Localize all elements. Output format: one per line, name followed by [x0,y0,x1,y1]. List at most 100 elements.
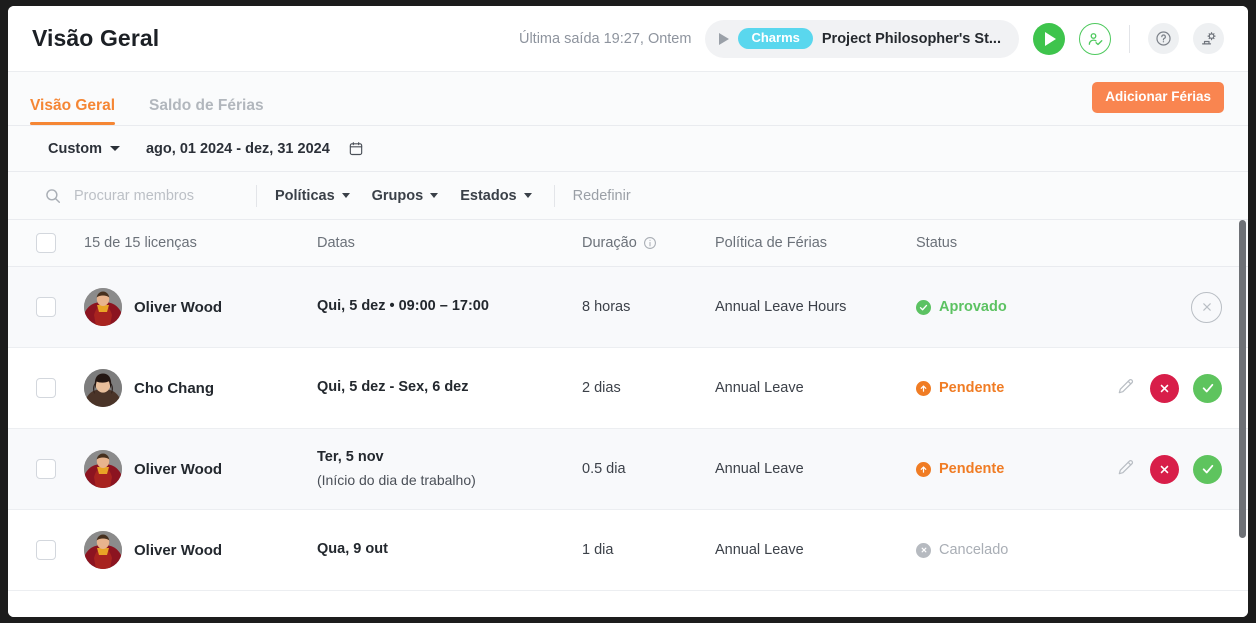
filter-bar: Procurar membros Políticas Grupos Estado… [8,172,1248,220]
calendar-icon [349,142,362,156]
column-header-licenses: 15 de 15 licenças [84,235,197,251]
avatar [84,450,122,488]
row-duration-cell: 2 dias [582,380,621,396]
status-label: Cancelado [939,542,1009,558]
row-checkbox[interactable] [36,297,56,317]
close-icon [1160,465,1169,473]
approve-button[interactable] [1193,373,1222,403]
select-all-checkbox[interactable] [36,233,56,253]
pencil-icon [1118,459,1134,474]
row-checkbox[interactable] [36,540,56,560]
table-row[interactable]: Oliver Wood Qua, 9 out 1 dia Annual Leav… [8,510,1248,591]
help-button[interactable] [1148,23,1179,54]
row-duration-cell: 0.5 dia [582,461,626,477]
table-scrollbar[interactable] [1239,220,1246,538]
chevron-down-icon [341,193,350,198]
oliver-wood-avatar-icon [84,288,122,326]
row-member-cell: Oliver Wood [84,288,317,326]
header-right-group: Última saída 19:27, Ontem Charms Project… [519,19,1224,58]
play-icon [1045,31,1056,46]
row-checkbox[interactable] [36,378,56,398]
column-header-duration-label: Duração [582,235,637,251]
status-label: Pendente [939,461,1005,477]
calendar-button[interactable] [348,140,364,157]
header-divider [1129,24,1130,53]
row-member-cell: Oliver Wood [84,450,317,488]
row-checkbox[interactable] [36,459,56,479]
member-name: Oliver Wood [134,460,223,478]
status-badge: Cancelado [916,542,1096,558]
date-range-value[interactable]: ago, 01 2024 - dez, 31 2024 [146,141,330,157]
status-badge: Pendente [916,461,1096,477]
app-window: Visão Geral Última saída 19:27, Ontem Ch… [8,6,1248,617]
select-all-cell [36,233,84,253]
chevron-down-icon [523,193,532,198]
row-dates-main: Qui, 5 dez - Sex, 6 dez [317,379,469,396]
timer-entry-pill[interactable]: Charms Project Philosopher's St... [705,19,1019,58]
column-header-status: Status [916,235,958,251]
top-header-bar: Visão Geral Última saída 19:27, Ontem Ch… [8,6,1248,72]
row-select-cell [36,459,84,479]
play-small-icon [719,32,730,45]
search-input[interactable]: Procurar membros [74,188,194,204]
edit-button[interactable] [1116,457,1136,482]
settings-button[interactable] [1193,23,1224,54]
search-group[interactable]: Procurar membros [44,187,256,205]
range-preset-dropdown[interactable]: Custom [48,141,120,157]
cancel-request-button[interactable] [1191,291,1222,323]
project-tag-badge: Charms [738,27,813,50]
start-timer-button[interactable] [1033,22,1065,55]
tab-visao-geral[interactable]: Visão Geral [30,97,116,126]
close-circle-icon [916,542,931,558]
person-check-button[interactable] [1079,22,1111,55]
cho-chang-avatar-icon [84,369,122,407]
date-range-bar: Custom ago, 01 2024 - dez, 31 2024 [8,126,1248,172]
chevron-down-icon [430,193,439,198]
member-name: Oliver Wood [134,541,223,559]
row-select-cell [36,297,84,317]
gear-icon [1201,31,1216,44]
oliver-wood-avatar-icon [84,531,122,569]
status-badge: Pendente [916,380,1096,396]
table-row[interactable]: Oliver Wood Ter, 5 nov (Início do dia de… [8,429,1248,510]
row-duration-cell: 1 dia [582,542,614,558]
row-actions [1096,291,1246,323]
avatar [84,369,122,407]
check-circle-icon [916,299,931,315]
reject-button[interactable] [1150,454,1179,484]
row-policy-cell: Annual Leave Hours [715,299,847,315]
row-policy-cell: Annual Leave [715,461,804,477]
avatar [84,288,122,326]
person-check-icon [1088,32,1103,45]
row-dates-sub: (Início do dia de trabalho) [317,471,476,488]
filter-grupos[interactable]: Grupos [372,188,439,204]
filter-grupos-label: Grupos [371,187,424,204]
filter-estados[interactable]: Estados [460,188,532,204]
filter-politicas[interactable]: Políticas [275,188,350,204]
help-circle-icon [1156,31,1171,46]
column-header-policy: Política de Férias [715,235,828,251]
row-duration-cell: 8 horas [582,299,631,315]
row-actions [1096,454,1246,484]
tab-bar: Visão Geral Saldo de Férias Adicionar Fé… [8,72,1248,126]
reject-button[interactable] [1150,373,1179,403]
row-select-cell [36,540,84,560]
row-select-cell [36,378,84,398]
approve-button[interactable] [1193,454,1222,484]
add-vacation-button[interactable]: Adicionar Férias [1092,82,1224,113]
check-icon [1202,464,1213,474]
info-icon[interactable] [643,236,657,250]
close-icon [1202,303,1211,311]
filter-politicas-label: Políticas [275,187,335,204]
tab-saldo-de-ferias[interactable]: Saldo de Férias [149,97,264,126]
member-name: Cho Chang [134,379,214,397]
oliver-wood-avatar-icon [84,450,122,488]
row-policy-cell: Annual Leave [715,380,804,396]
filter-divider-right [553,184,555,207]
table-row[interactable]: Cho Chang Qui, 5 dez - Sex, 6 dez 2 dias… [8,348,1248,429]
column-header-duration: Duração [582,235,715,251]
edit-button[interactable] [1116,376,1136,401]
reset-filters-button[interactable]: Redefinir [573,188,631,204]
avatar [84,531,122,569]
table-row[interactable]: Oliver Wood Qui, 5 dez • 09:00 – 17:00 8… [8,267,1248,348]
